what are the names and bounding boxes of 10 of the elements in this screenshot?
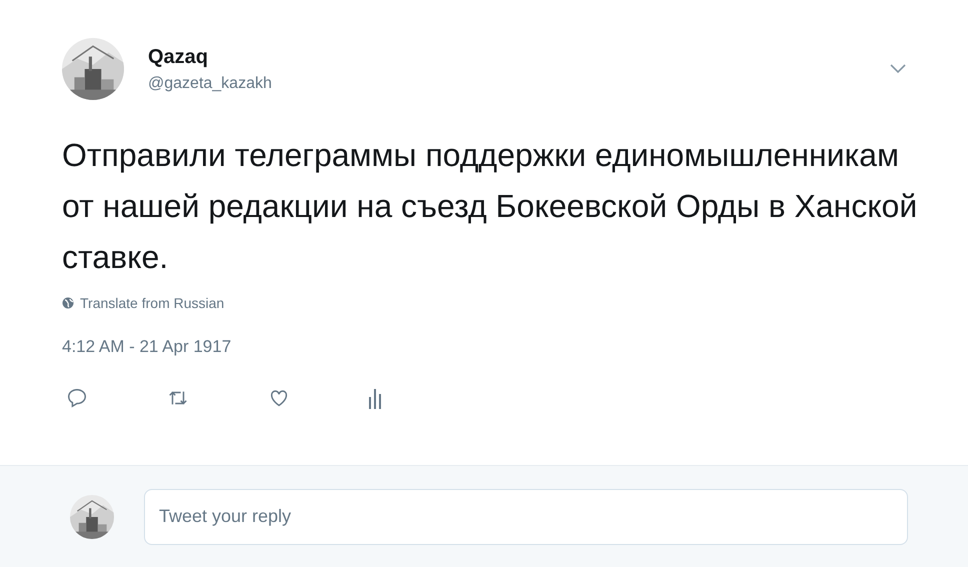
author-handle[interactable]: @gazeta_kazakh: [148, 74, 866, 92]
tweet-text: Отправили телеграммы поддержки единомышленникам от нашей редакции на съезд Бокеевской Орды в Ханской ставке.: [62, 136, 918, 277]
speech-bubble-icon[interactable]: [66, 387, 88, 409]
author-name[interactable]: Qazaq: [148, 46, 866, 68]
reply-field[interactable]: Tweet your reply: [144, 488, 908, 544]
chevron-down-icon[interactable]: [890, 64, 906, 74]
globe-icon: [62, 297, 74, 309]
translate-link[interactable]: Translate from Russian: [80, 295, 224, 311]
tweet-timestamp: 4:12 AM - 21 Apr 1917: [62, 337, 232, 357]
bar-chart-icon[interactable]: [368, 387, 382, 409]
